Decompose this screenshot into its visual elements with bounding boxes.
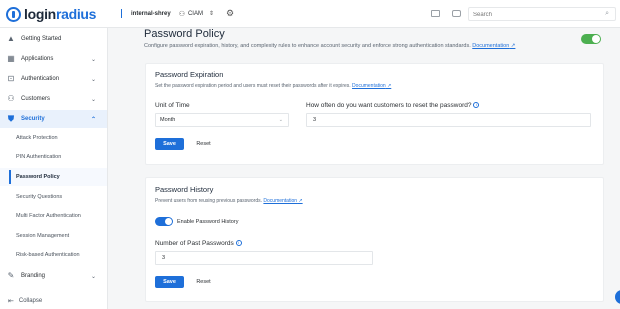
sidebar: ▲ Getting Started ▦ Applications ⌄ ⊡ Aut… [0,28,108,309]
page-subtitle-text: Configure password expiration, history, … [144,43,471,49]
book-icon[interactable] [431,10,440,17]
documentation-link[interactable]: Documentation ↗ [472,43,515,49]
password-history-card: Password History Prevent users from reus… [145,177,604,302]
search-box[interactable]: ⌕ [468,7,616,21]
sidebar-item-label: Applications [21,56,54,62]
save-button[interactable]: Save [155,276,184,288]
logo[interactable]: loginradius [6,5,96,23]
rocket-icon: ▲ [7,34,15,43]
password-policy-toggle[interactable] [581,34,601,44]
enable-password-history-label: Enable Password History [177,219,239,225]
reset-button[interactable]: Reset [189,276,218,288]
sidebar-item-branding[interactable]: ✎ Branding ⌄ [0,267,107,285]
logo-text-prefix: login [24,6,56,22]
logo-text-suffix: radius [55,6,97,22]
documentation-link[interactable]: Documentation ↗ [263,198,302,204]
chevron-down-icon: ⌄ [90,273,96,280]
chevron-down-icon: ⌄ [90,96,96,103]
info-icon[interactable]: i [473,102,480,109]
chevron-down-icon: ⌄ [90,76,96,83]
unit-of-time-select[interactable]: Month ⌄ [155,113,289,127]
app-switcher[interactable]: internal-shrey ⚇ CIAM ⇕ ⚙ [121,8,234,19]
sidebar-subitem-password-policy[interactable]: Password Policy [0,168,107,186]
collapse-icon: ⇤ [8,298,14,305]
sidebar-subitem-security-questions[interactable]: Security Questions [0,188,107,206]
reset-frequency-label: How often do you want customers to reset… [306,102,480,109]
gear-icon[interactable]: ⚙ [226,8,234,19]
users-icon: ⚇ [178,10,185,18]
chevron-down-icon: ⌄ [90,56,96,63]
sidebar-subitem-session-management[interactable]: Session Management [0,227,107,245]
page-title: Password Policy [144,28,225,40]
brush-icon: ✎ [7,271,15,280]
card-description: Prevent users from reusing previous pass… [155,198,303,204]
collapse-button[interactable]: ⇤ Collapse [8,297,42,305]
chat-icon[interactable] [452,10,461,17]
sidebar-item-authentication[interactable]: ⊡ Authentication ⌄ [0,70,107,88]
sidebar-item-label: Customers [21,96,51,102]
sidebar-subitem-multi-factor-authentication[interactable]: Multi Factor Authentication [0,207,107,225]
card-description: Set the password expiration period and u… [155,83,392,89]
chevron-up-down-icon[interactable]: ⇕ [209,11,214,17]
search-icon[interactable]: ⌕ [605,10,609,18]
divider [121,9,122,18]
sidebar-subitem-pin-authentication[interactable]: PIN Authentication [0,148,107,166]
reset-button[interactable]: Reset [189,138,218,150]
grid-icon: ▦ [7,54,15,63]
sidebar-item-getting-started[interactable]: ▲ Getting Started [0,30,107,48]
sidebar-item-label: Branding [21,273,46,279]
card-title: Password Expiration [155,70,224,79]
sidebar-item-label: Authentication [21,76,60,82]
ciam-label[interactable]: CIAM [188,11,203,17]
sidebar-item-customers[interactable]: ⚇ Customers ⌄ [0,90,107,108]
logo-mark-icon [6,6,21,22]
sidebar-item-security[interactable]: ⛊ Security ⌃ [0,110,107,128]
help-chat-button[interactable] [615,290,620,304]
documentation-link[interactable]: Documentation ↗ [352,83,391,89]
users-icon: ⚇ [7,94,15,103]
sidebar-subitem-attack-protection[interactable]: Attack Protection [0,129,107,147]
app-name[interactable]: internal-shrey [131,11,171,17]
enable-password-history-toggle[interactable] [155,217,173,226]
sidebar-subitem-risk-based-authentication[interactable]: Risk-based Authentication [0,246,107,264]
past-passwords-label: Number of Past Passwords i [155,240,242,247]
chevron-up-icon: ⌃ [90,116,96,123]
sidebar-item-label: Security [21,116,45,122]
page-subtitle: Configure password expiration, history, … [144,43,515,49]
info-icon[interactable]: i [235,240,242,247]
top-bar: loginradius internal-shrey ⚇ CIAM ⇕ ⚙ ⌕ [0,0,620,28]
past-passwords-input[interactable]: 3 [155,251,373,265]
login-icon: ⊡ [7,74,15,83]
save-button[interactable]: Save [155,138,184,150]
card-title: Password History [155,185,214,194]
password-expiration-card: Password Expiration Set the password exp… [145,63,604,165]
collapse-label: Collapse [18,298,43,304]
shield-icon: ⛊ [8,114,14,123]
unit-of-time-label: Unit of Time [155,102,190,109]
chevron-down-icon: ⌄ [278,117,283,123]
sidebar-item-label: Getting Started [21,36,62,42]
reset-frequency-input[interactable]: 3 [306,113,591,127]
sidebar-item-applications[interactable]: ▦ Applications ⌄ [0,50,107,68]
search-input[interactable] [473,10,593,19]
